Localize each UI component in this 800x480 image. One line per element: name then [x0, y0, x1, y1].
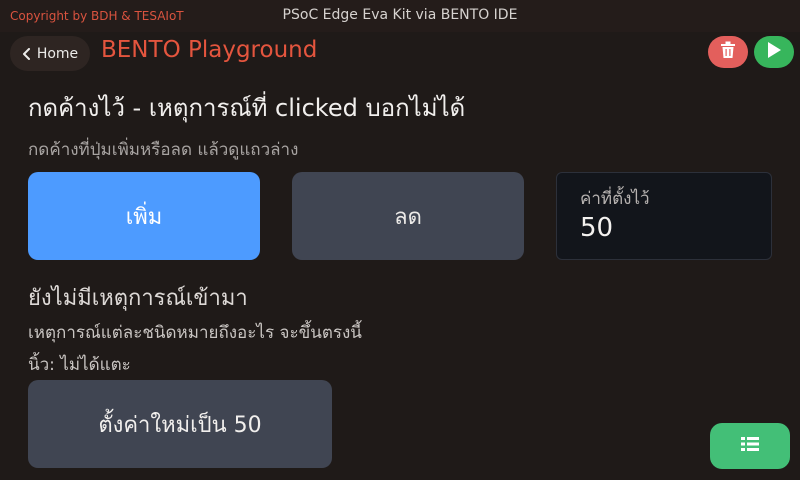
top-bar: Copyright by BDH & TESAIoT PSoC Edge Eva…: [0, 0, 800, 32]
play-icon: [766, 41, 782, 63]
home-button[interactable]: Home: [10, 36, 90, 71]
run-button[interactable]: [754, 36, 794, 68]
reset-button[interactable]: ตั้งค่าใหม่เป็น 50: [28, 380, 332, 468]
instruction-text: กดค้างที่ปุ่มเพิ่มหรือลด แล้วดูแถวล่าง: [28, 140, 299, 160]
decrease-button[interactable]: ลด: [292, 172, 524, 260]
event-status-description: เหตุการณ์แต่ละชนิดหมายถึงอะไร จะขึ้นตรงน…: [28, 323, 362, 343]
touch-status: นิ้ว: ไม่ได้แตะ: [28, 355, 131, 375]
home-label: Home: [36, 45, 79, 62]
trash-icon: [720, 41, 736, 63]
event-status-title: ยังไม่มีเหตุการณ์เข้ามา: [28, 286, 248, 311]
value-display: ค่าที่ตั้งไว้ 50: [556, 172, 772, 260]
list-icon: [741, 436, 759, 456]
value-number: 50: [580, 213, 614, 243]
window-title: PSoC Edge Eva Kit via BENTO IDE: [282, 7, 518, 23]
chevron-left-icon: [22, 47, 32, 60]
delete-button[interactable]: [708, 36, 748, 68]
value-label: ค่าที่ตั้งไว้: [580, 189, 650, 209]
increase-button[interactable]: เพิ่ม: [28, 172, 260, 260]
list-button[interactable]: [710, 423, 790, 469]
page-heading: กดค้างไว้ - เหตุการณ์ที่ clicked บอกไม่ไ…: [28, 94, 466, 122]
app-title: BENTO Playground: [101, 37, 318, 63]
